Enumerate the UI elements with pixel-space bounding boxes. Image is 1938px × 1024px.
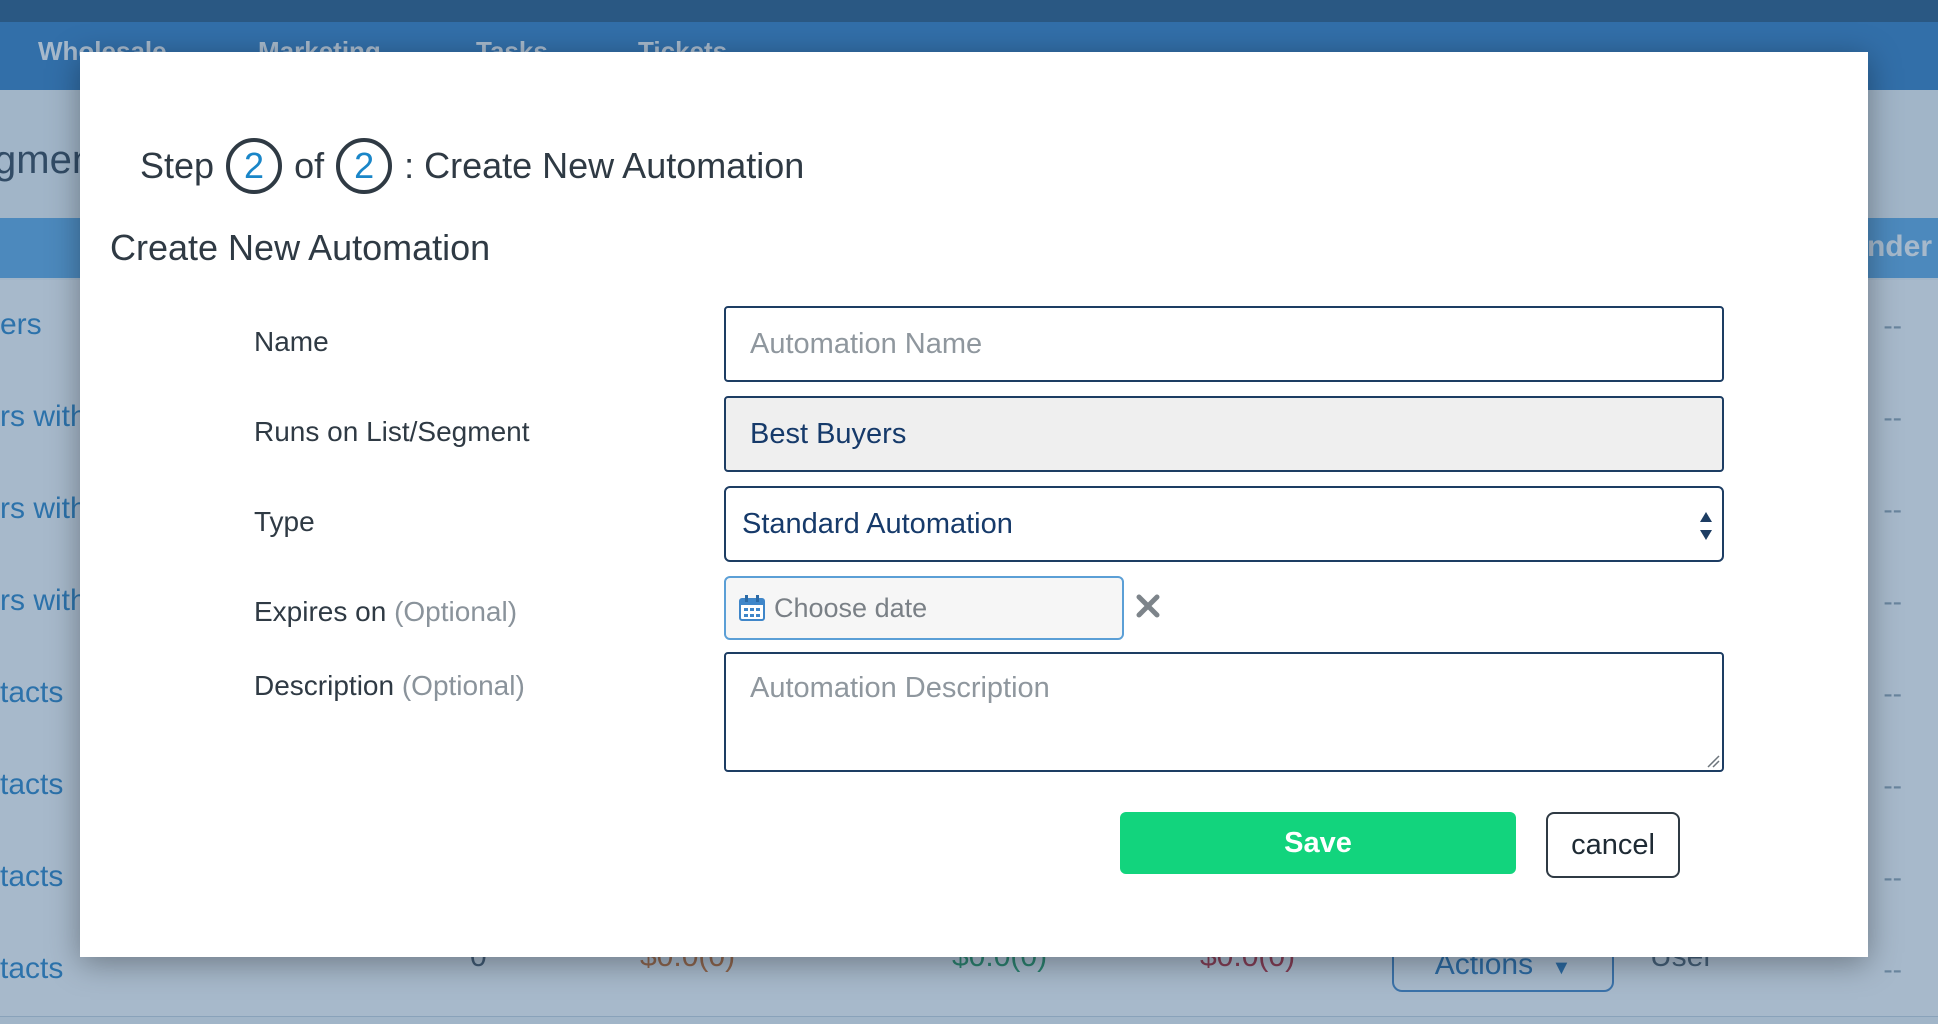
resize-grip-icon[interactable] [1706, 754, 1720, 768]
modal-subtitle: Create New Automation [110, 227, 491, 268]
type-select-value: Standard Automation [742, 508, 1013, 540]
step-current-circle: 2 [226, 138, 283, 194]
expires-label: Expires on (Optional) [254, 596, 517, 628]
type-label: Type [254, 506, 315, 537]
expires-label-text: Expires on [254, 596, 387, 627]
description-label: Description (Optional) [254, 670, 525, 702]
automation-name-input[interactable] [724, 306, 1724, 382]
date-placeholder: Choose date [774, 592, 928, 623]
calendar-icon [739, 595, 765, 621]
description-label-text: Description [254, 670, 395, 701]
create-automation-modal: Step 2 of 2 : Create New Automation Crea… [80, 52, 1868, 957]
save-button[interactable]: Save [1120, 812, 1516, 874]
step-of: of [294, 145, 325, 186]
close-icon[interactable] [1134, 592, 1162, 620]
step-prefix: Step [140, 145, 215, 186]
step-indicator: Step 2 of 2 : Create New Automation [140, 134, 804, 198]
expires-date-picker[interactable]: Choose date [724, 576, 1124, 640]
name-label: Name [254, 326, 329, 357]
sort-arrows-icon [1700, 512, 1712, 540]
segment-label: Runs on List/Segment [254, 416, 530, 447]
description-optional-hint: (Optional) [401, 670, 525, 701]
expires-optional-hint: (Optional) [394, 596, 518, 627]
step-title: : Create New Automation [404, 145, 805, 186]
step-total-circle: 2 [336, 138, 393, 194]
type-select[interactable]: Standard Automation [724, 486, 1724, 562]
segment-readonly-field: Best Buyers [724, 396, 1724, 472]
cancel-button[interactable]: cancel [1546, 812, 1680, 878]
automation-description-textarea[interactable] [724, 652, 1724, 772]
